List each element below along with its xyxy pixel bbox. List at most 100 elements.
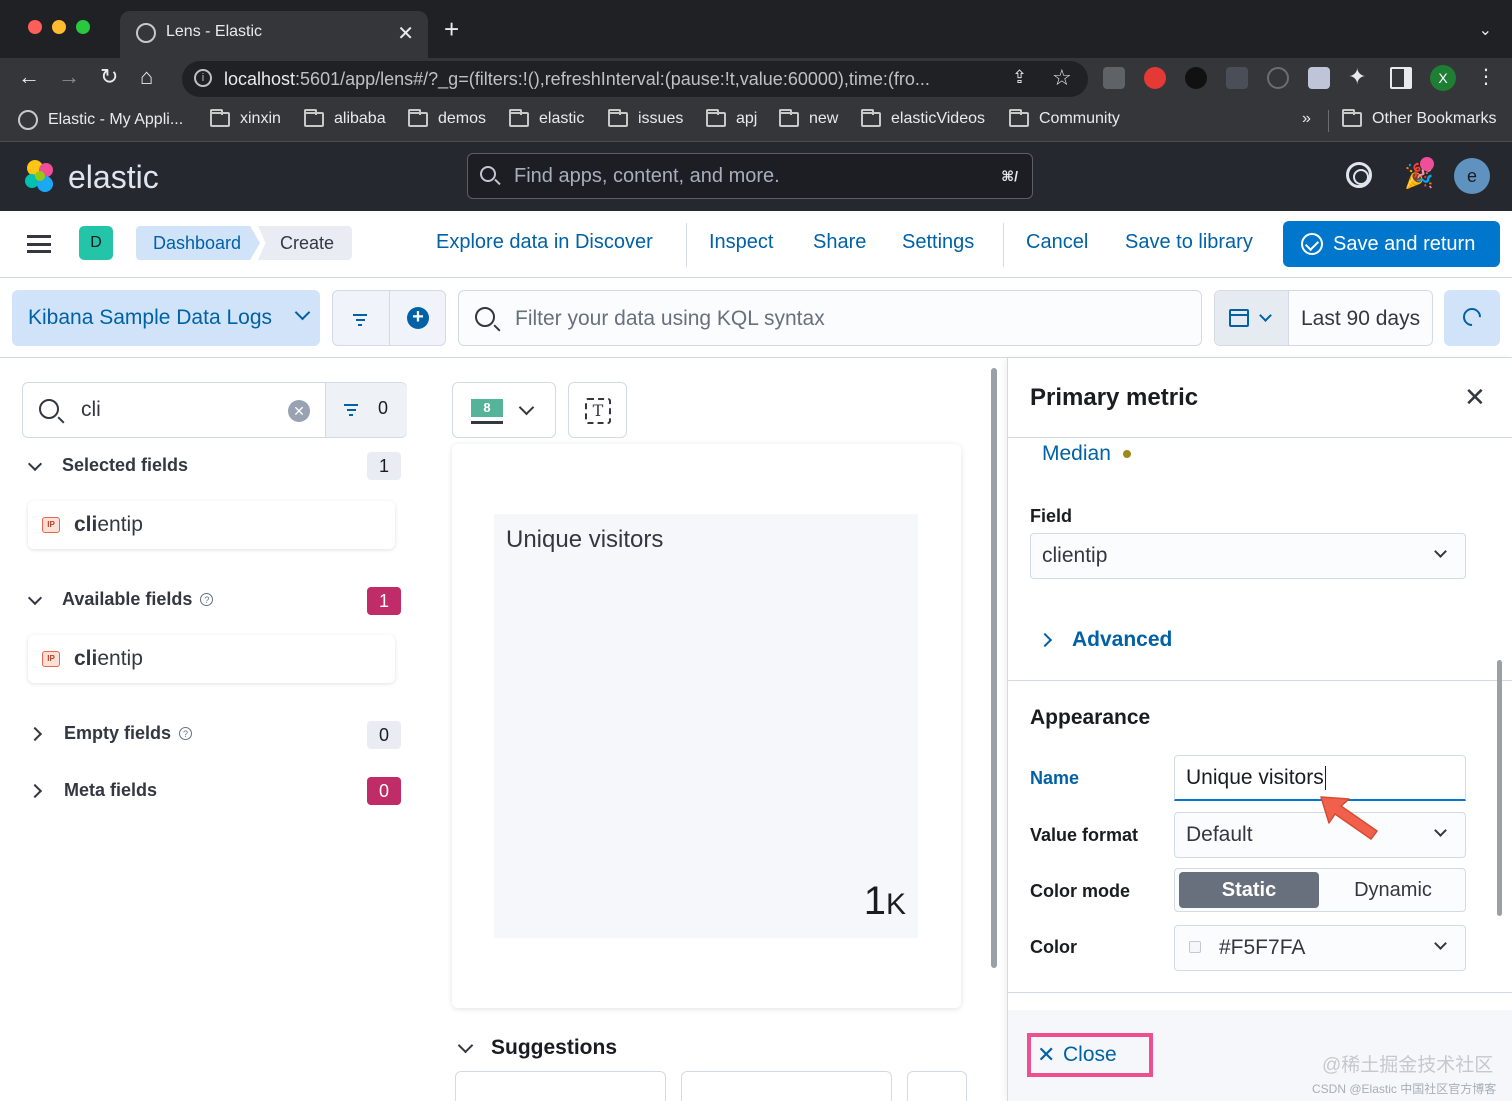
calendar-icon: [1229, 309, 1249, 327]
extension-dark-icon[interactable]: [1185, 67, 1207, 89]
quick-select-button[interactable]: [1215, 291, 1289, 345]
field-item-clientip-available[interactable]: IP clientip: [28, 635, 395, 683]
extension-window-icon[interactable]: [1308, 67, 1330, 89]
field-item-clientip-selected[interactable]: IP clientip: [28, 501, 395, 549]
user-avatar[interactable]: e: [1454, 158, 1490, 194]
settings-link[interactable]: Settings: [902, 231, 974, 254]
suggestions-toggle[interactable]: Suggestions: [457, 1036, 617, 1060]
metric-tile[interactable]: Unique visitors 1K: [494, 514, 918, 938]
site-info-icon[interactable]: i: [194, 69, 212, 87]
extension-translate-icon[interactable]: [1103, 67, 1125, 89]
flyout-title: Primary metric: [1030, 384, 1199, 411]
close-button[interactable]: ✕ Close: [1027, 1033, 1153, 1077]
inspect-link[interactable]: Inspect: [709, 231, 773, 254]
status-dot: [1122, 450, 1131, 458]
tab-search-chevron-icon[interactable]: ⌄: [1479, 20, 1492, 40]
global-search-input[interactable]: Find apps, content, and more. ⌘/: [467, 153, 1033, 199]
function-tab-median[interactable]: Median: [1042, 442, 1131, 466]
empty-fields-toggle[interactable]: Empty fields ?: [27, 723, 193, 744]
browser-tab[interactable]: Lens - Elastic ✕: [120, 11, 428, 58]
bookmark-demos[interactable]: demos: [408, 108, 486, 128]
save-and-return-button[interactable]: Save and return: [1283, 221, 1500, 267]
data-view-picker[interactable]: Kibana Sample Data Logs: [12, 290, 320, 346]
advanced-toggle[interactable]: Advanced: [1037, 628, 1172, 652]
suggestion-card[interactable]: [681, 1071, 892, 1101]
field-search-input[interactable]: cli ✕ 0: [22, 382, 407, 438]
bookmark-other[interactable]: Other Bookmarks: [1342, 108, 1496, 128]
chevron-down-icon: [518, 399, 535, 416]
info-icon[interactable]: ?: [200, 593, 214, 606]
profile-avatar[interactable]: X: [1430, 65, 1456, 91]
explore-in-discover-link[interactable]: Explore data in Discover: [436, 231, 653, 254]
chevron-right-icon: [27, 783, 43, 798]
help-icon[interactable]: [1346, 162, 1372, 188]
selected-fields-toggle[interactable]: Selected fields: [27, 455, 188, 476]
elastic-brand[interactable]: elastic: [68, 159, 159, 196]
info-icon[interactable]: ?: [179, 727, 193, 740]
tab-close-icon[interactable]: ✕: [397, 21, 414, 46]
browser-menu-icon[interactable]: ⋮: [1476, 64, 1496, 89]
close-icon: ✕: [1037, 1042, 1056, 1067]
save-to-library-link[interactable]: Save to library: [1125, 231, 1253, 254]
reload-button[interactable]: ↻: [100, 64, 118, 90]
share-link[interactable]: Share: [813, 231, 866, 254]
field-select[interactable]: clientip: [1030, 533, 1466, 579]
menu-hamburger-icon[interactable]: [27, 235, 51, 253]
forward-button[interactable]: →: [58, 64, 80, 90]
window-zoom-button[interactable]: [76, 20, 90, 34]
refresh-button[interactable]: [1444, 290, 1500, 346]
address-bar[interactable]: i localhost:5601/app/lens#/?_g=(filters:…: [182, 61, 1088, 97]
add-filter-icon[interactable]: +: [407, 307, 429, 329]
suggestion-card[interactable]: [907, 1071, 967, 1101]
labels-toolbar-button[interactable]: T: [568, 382, 627, 438]
meta-fields-toggle[interactable]: Meta fields: [27, 780, 157, 801]
color-picker[interactable]: #F5F7FA: [1174, 925, 1466, 971]
bookmark-alibaba[interactable]: alibaba: [304, 108, 386, 128]
workspace-scrollbar[interactable]: [991, 368, 997, 968]
bookmark-star-icon[interactable]: ☆: [1052, 65, 1072, 91]
bookmark-elasticvideos[interactable]: elasticVideos: [861, 108, 985, 128]
color-swatch: [1189, 941, 1201, 953]
clear-search-icon[interactable]: ✕: [288, 400, 310, 422]
bookmark-elastic-app[interactable]: Elastic - My Appli...: [18, 110, 183, 130]
folder-icon: [210, 108, 230, 127]
bookmark-issues[interactable]: issues: [608, 108, 683, 128]
bookmark-new[interactable]: new: [779, 108, 838, 128]
color-mode-label: Color mode: [1030, 881, 1131, 901]
color-mode-static[interactable]: Static: [1179, 872, 1319, 908]
filter-icon[interactable]: [353, 314, 367, 329]
window-close-button[interactable]: [28, 20, 42, 34]
home-button[interactable]: ⌂: [140, 64, 153, 90]
new-tab-button[interactable]: +: [444, 16, 459, 42]
extension-adblock-icon[interactable]: [1144, 67, 1166, 89]
field-type-filter-button[interactable]: 0: [325, 383, 407, 437]
metric-title: Unique visitors: [506, 526, 664, 553]
back-button[interactable]: ←: [18, 64, 40, 90]
side-panel-icon[interactable]: [1390, 67, 1412, 89]
space-avatar[interactable]: D: [79, 226, 113, 260]
close-flyout-icon[interactable]: ✕: [1464, 384, 1486, 410]
folder-icon: [1342, 108, 1362, 127]
date-picker[interactable]: Last 90 days: [1214, 290, 1433, 346]
color-mode-dynamic[interactable]: Dynamic: [1323, 872, 1463, 908]
flyout-scrollbar[interactable]: [1497, 660, 1502, 916]
suggestion-card[interactable]: [455, 1071, 666, 1101]
breadcrumb-dashboard[interactable]: Dashboard: [136, 226, 260, 260]
window-minimize-button[interactable]: [52, 20, 66, 34]
chart-type-switcher[interactable]: 8: [452, 382, 556, 438]
bookmark-community[interactable]: Community: [1009, 108, 1120, 128]
bookmark-apj[interactable]: apj: [706, 108, 757, 128]
bookmark-elastic[interactable]: elastic: [509, 108, 584, 128]
bookmark-xinxin[interactable]: xinxin: [210, 108, 281, 128]
extensions-puzzle-icon[interactable]: ✦: [1348, 64, 1366, 90]
extension-password-icon[interactable]: [1226, 67, 1248, 89]
available-fields-toggle[interactable]: Available fields ?: [27, 589, 214, 610]
bookmarks-overflow-button[interactable]: »: [1302, 110, 1311, 128]
kql-search-input[interactable]: Filter your data using KQL syntax: [458, 290, 1202, 346]
share-page-icon[interactable]: ⇪: [1012, 67, 1027, 88]
elastic-logo-icon[interactable]: [22, 158, 58, 194]
extension-sync-icon[interactable]: [1267, 67, 1289, 89]
cancel-link[interactable]: Cancel: [1026, 231, 1088, 254]
chevron-down-icon: [27, 590, 43, 605]
time-range-label[interactable]: Last 90 days: [1301, 307, 1420, 331]
